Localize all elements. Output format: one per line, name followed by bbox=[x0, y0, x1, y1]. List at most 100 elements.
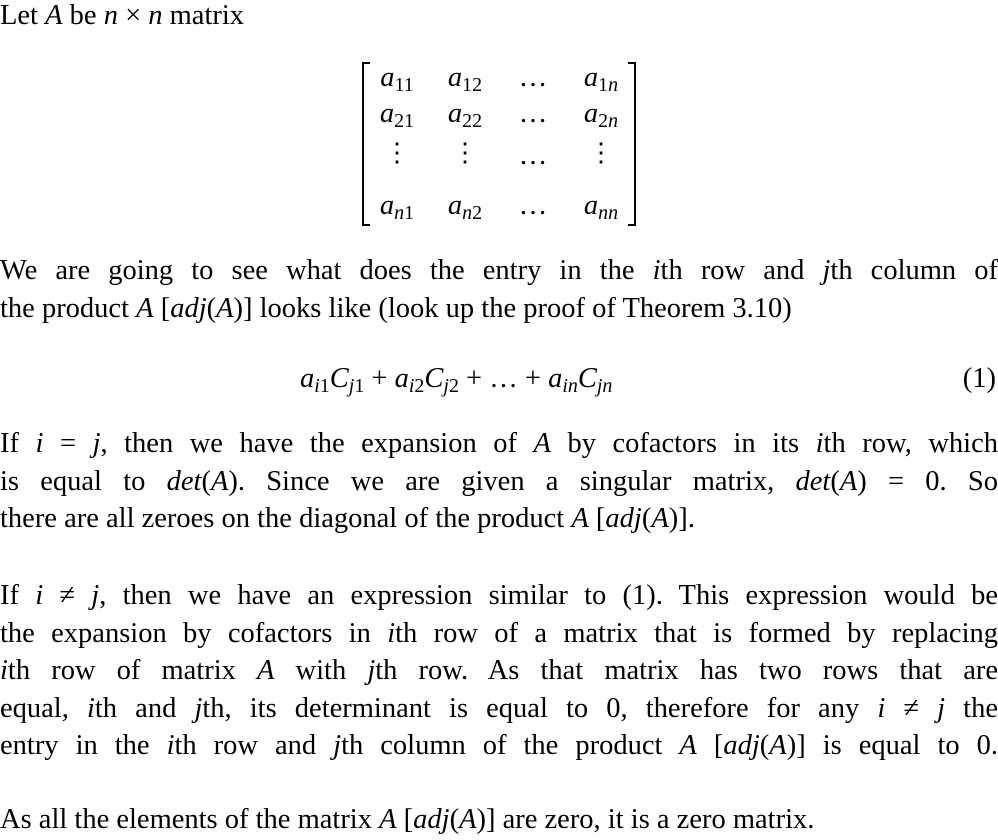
entry-base: ⋮ bbox=[452, 138, 478, 167]
text-run: entry in the bbox=[0, 730, 167, 762]
math-symbol: adj bbox=[413, 804, 450, 835]
text-run: ) = 0. So bbox=[857, 465, 998, 497]
math-symbol: j bbox=[937, 692, 946, 724]
text-run: there are all zeroes on the diagonal of … bbox=[0, 503, 572, 535]
matrix-entry: … bbox=[498, 190, 568, 222]
math-symbol: i bbox=[652, 255, 661, 286]
entry-subscript: n2 bbox=[462, 201, 483, 224]
entry-base: … bbox=[518, 140, 548, 171]
term-base: a bbox=[300, 363, 315, 394]
text-run: ). Since we are given a singular matrix, bbox=[228, 465, 796, 497]
matrix-entry: ⋮ bbox=[566, 140, 636, 166]
entry-subscript: 12 bbox=[462, 73, 483, 96]
text-run: [ bbox=[153, 292, 171, 324]
math-symbol: A bbox=[651, 503, 669, 535]
text-run: the expansion by cofactors in bbox=[0, 617, 388, 649]
entry-base: a bbox=[583, 190, 599, 221]
matrix-A: a11 a12… a1n a21 a22… a2n ⋮ ⋮… ⋮ an1 an2… ann bbox=[362, 62, 636, 226]
text-line: As all the elements of the matrix A [adj… bbox=[0, 801, 814, 838]
math-symbol: A bbox=[839, 465, 858, 497]
matrix-entry: a2n bbox=[566, 98, 636, 133]
text-run: ( bbox=[201, 465, 211, 497]
entry-base: … bbox=[518, 62, 548, 93]
text-line: there are all zeroes on the diagonal of … bbox=[0, 500, 695, 537]
text-run: th row of a matrix that is formed by rep… bbox=[395, 617, 998, 649]
entry-base: a bbox=[447, 98, 463, 129]
text-run: th and bbox=[94, 692, 195, 724]
text-run: , then we have the expansion of bbox=[100, 428, 534, 459]
text-line: the expansion by cofactors in ith row of… bbox=[0, 615, 998, 652]
text-run: If bbox=[0, 428, 36, 459]
entry-base: a bbox=[583, 98, 599, 129]
matrix-entry: … bbox=[498, 98, 568, 130]
matrix-entry: ⋮ bbox=[430, 140, 500, 166]
text-run: th row and bbox=[174, 730, 334, 762]
text-run: is equal to bbox=[0, 465, 167, 497]
text-run: )] is equal to 0. bbox=[786, 730, 998, 762]
math-symbol: det bbox=[166, 465, 202, 497]
math-symbol: adj bbox=[605, 503, 642, 535]
math-symbol: A bbox=[257, 655, 275, 687]
matrix-entry: a22 bbox=[430, 98, 500, 133]
math-symbol: adj bbox=[723, 730, 760, 762]
text-run: ( bbox=[830, 465, 840, 497]
term-base: a bbox=[548, 363, 563, 394]
matrix-entry: a12 bbox=[430, 62, 500, 97]
text-line: If i ≠ j, then we have an expression sim… bbox=[0, 577, 998, 614]
text-run: th column of bbox=[830, 255, 998, 286]
text-run: th row. As that matrix has two rows that… bbox=[375, 655, 998, 687]
math-symbol: adj bbox=[170, 292, 207, 324]
text-run: by cofactors in its bbox=[550, 428, 816, 459]
text-line: the product A [adj(A)] looks like (look … bbox=[0, 290, 792, 327]
text-run: th row and bbox=[660, 255, 823, 286]
entry-base: … bbox=[518, 190, 548, 221]
text-line: ith row of matrix A with jth row. As tha… bbox=[0, 652, 998, 689]
text-run: the product bbox=[0, 292, 137, 324]
entry-subscript: 2n bbox=[598, 109, 619, 132]
text-line: If i = j, then we have the expansion of … bbox=[0, 425, 998, 462]
text-run: th row of matrix bbox=[7, 655, 258, 687]
text-run: × bbox=[117, 0, 149, 31]
text-run: th column of the product bbox=[341, 730, 680, 762]
entry-base: a bbox=[447, 62, 463, 93]
math-symbol: i bbox=[86, 692, 95, 724]
term-subscript: in bbox=[562, 374, 578, 397]
operator: + bbox=[364, 363, 395, 394]
math-symbol: A bbox=[769, 730, 787, 762]
term-base: C bbox=[329, 363, 349, 394]
matrix-entry: ann bbox=[566, 190, 636, 225]
math-symbol: A bbox=[210, 465, 229, 497]
text-run: be bbox=[62, 0, 104, 31]
math-symbol: i bbox=[387, 617, 396, 649]
math-symbol: n bbox=[148, 0, 163, 31]
term-subscript: j1 bbox=[348, 374, 365, 397]
math-symbol: i bbox=[35, 580, 44, 611]
text-run: As all the elements of the matrix bbox=[0, 804, 380, 835]
text-run: Let bbox=[0, 0, 46, 31]
math-symbol: j bbox=[91, 580, 100, 611]
text-run: ( bbox=[449, 804, 460, 835]
entry-base: a bbox=[379, 98, 395, 129]
text-run: [ bbox=[588, 503, 606, 535]
text-run: ( bbox=[206, 292, 217, 324]
math-symbol: i bbox=[815, 428, 824, 459]
math-symbol: A bbox=[679, 730, 697, 762]
entry-subscript: 1n bbox=[598, 73, 619, 96]
operator: + … + bbox=[458, 363, 549, 394]
text-run: [ bbox=[696, 730, 724, 762]
term-subscript: i1 bbox=[314, 374, 330, 397]
math-symbol: A bbox=[216, 292, 234, 324]
entry-base: ⋮ bbox=[384, 138, 410, 167]
matrix-entry: an2 bbox=[430, 190, 500, 225]
term-base: C bbox=[577, 363, 597, 394]
math-symbol: i bbox=[166, 730, 175, 762]
text-run: )]. bbox=[668, 503, 695, 535]
equation-1: ai1Cj1 + ai2Cj2 + … + ainCjn bbox=[300, 360, 612, 405]
text-run: We are going to see what does the entry … bbox=[0, 255, 653, 286]
entry-subscript: 21 bbox=[394, 109, 415, 132]
text-run: th, its determinant is equal to 0, there… bbox=[202, 692, 878, 724]
math-symbol: A bbox=[45, 0, 63, 31]
entry-base: a bbox=[583, 62, 599, 93]
term-base: C bbox=[424, 363, 444, 394]
term-base: a bbox=[394, 363, 409, 394]
